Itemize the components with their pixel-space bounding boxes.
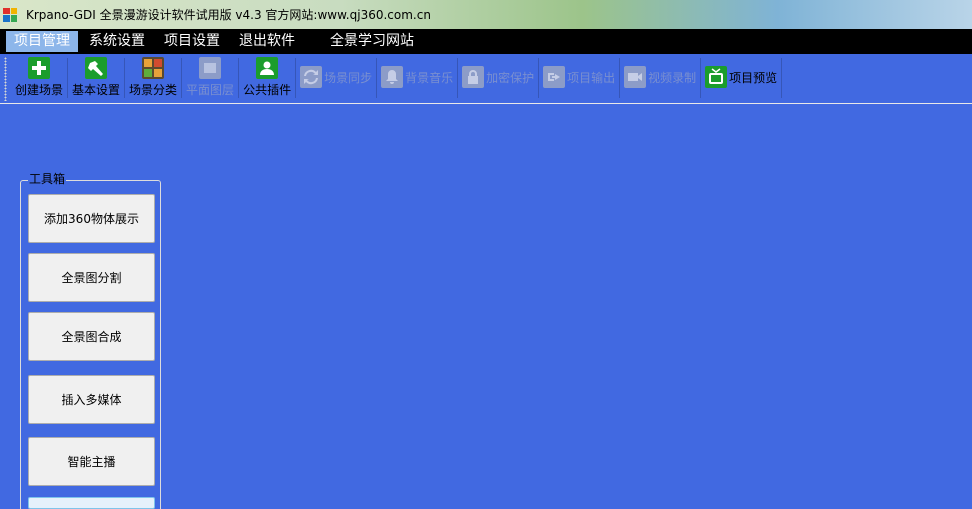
public-plugin-label: 公共插件 <box>243 83 292 97</box>
video-record-label: 视频录制 <box>648 70 697 85</box>
window-title: Krpano-GDI 全景漫游设计软件试用版 v4.3 官方网站:www.qj3… <box>26 8 431 22</box>
layer-icon <box>199 57 222 79</box>
insert-multimedia-button[interactable]: 插入多媒体 <box>28 375 155 424</box>
plus-icon <box>28 57 50 79</box>
create-scene-label: 创建场景 <box>15 83 64 97</box>
video-record-button[interactable]: 视频录制 <box>620 54 700 100</box>
bell-icon <box>381 66 404 88</box>
background-music-button[interactable]: 背景音乐 <box>377 54 457 100</box>
encryption-label: 加密保护 <box>486 70 535 85</box>
project-preview-label: 项目预览 <box>729 70 778 85</box>
create-scene-button[interactable]: 创建场景 <box>11 54 67 100</box>
menu-item-exit[interactable]: 退出软件 <box>231 31 303 52</box>
project-export-label: 项目输出 <box>567 70 616 85</box>
plane-layer-label: 平面图层 <box>186 83 235 97</box>
export-icon <box>543 66 566 88</box>
grid-icon <box>142 57 165 79</box>
title-bar: Krpano-GDI 全景漫游设计软件试用版 v4.3 官方网站:www.qj3… <box>0 0 972 29</box>
sync-icon <box>300 66 323 88</box>
encryption-button[interactable]: 加密保护 <box>458 54 538 100</box>
video-icon <box>624 66 647 88</box>
project-export-button[interactable]: 项目输出 <box>539 54 619 100</box>
plane-layer-button[interactable]: 平面图层 <box>182 54 238 100</box>
scene-sync-button[interactable]: 场景同步 <box>296 54 376 100</box>
panorama-merge-button[interactable]: 全景图合成 <box>28 312 155 361</box>
scene-category-button[interactable]: 场景分类 <box>125 54 181 100</box>
toolbar-separator <box>781 58 783 98</box>
add-360-object-button[interactable]: 添加360物体展示 <box>28 194 155 243</box>
basic-settings-label: 基本设置 <box>72 83 121 97</box>
lock-icon <box>462 66 485 88</box>
basic-settings-button[interactable]: 基本设置 <box>68 54 124 100</box>
scene-category-label: 场景分类 <box>129 83 178 97</box>
smart-anchor-button[interactable]: 智能主播 <box>28 437 155 486</box>
menu-item-learning-site[interactable]: 全景学习网站 <box>322 31 422 52</box>
tv-icon <box>705 66 728 88</box>
panorama-split-button[interactable]: 全景图分割 <box>28 253 155 302</box>
public-plugin-button[interactable]: 公共插件 <box>239 54 295 100</box>
background-music-label: 背景音乐 <box>405 70 454 85</box>
toolbar-grip[interactable] <box>4 57 7 101</box>
scene-sync-label: 场景同步 <box>324 70 373 85</box>
hammer-icon <box>85 57 108 79</box>
user-icon <box>256 57 279 79</box>
menu-item-system-settings[interactable]: 系统设置 <box>81 31 153 52</box>
toolbox-button-partial[interactable] <box>28 497 155 509</box>
toolbox-title: 工具箱 <box>28 172 67 186</box>
toolbar: 创建场景 基本设置 场景分类 平面图层 公共插件 场景同步 背景音乐 加密保护 … <box>0 54 972 104</box>
menu-item-project-management[interactable]: 项目管理 <box>6 31 78 52</box>
menu-item-project-settings[interactable]: 项目设置 <box>156 31 228 52</box>
menu-bar: 项目管理 系统设置 项目设置 退出软件 全景学习网站 <box>0 29 972 54</box>
app-icon <box>3 7 17 22</box>
project-preview-button[interactable]: 项目预览 <box>701 54 781 100</box>
